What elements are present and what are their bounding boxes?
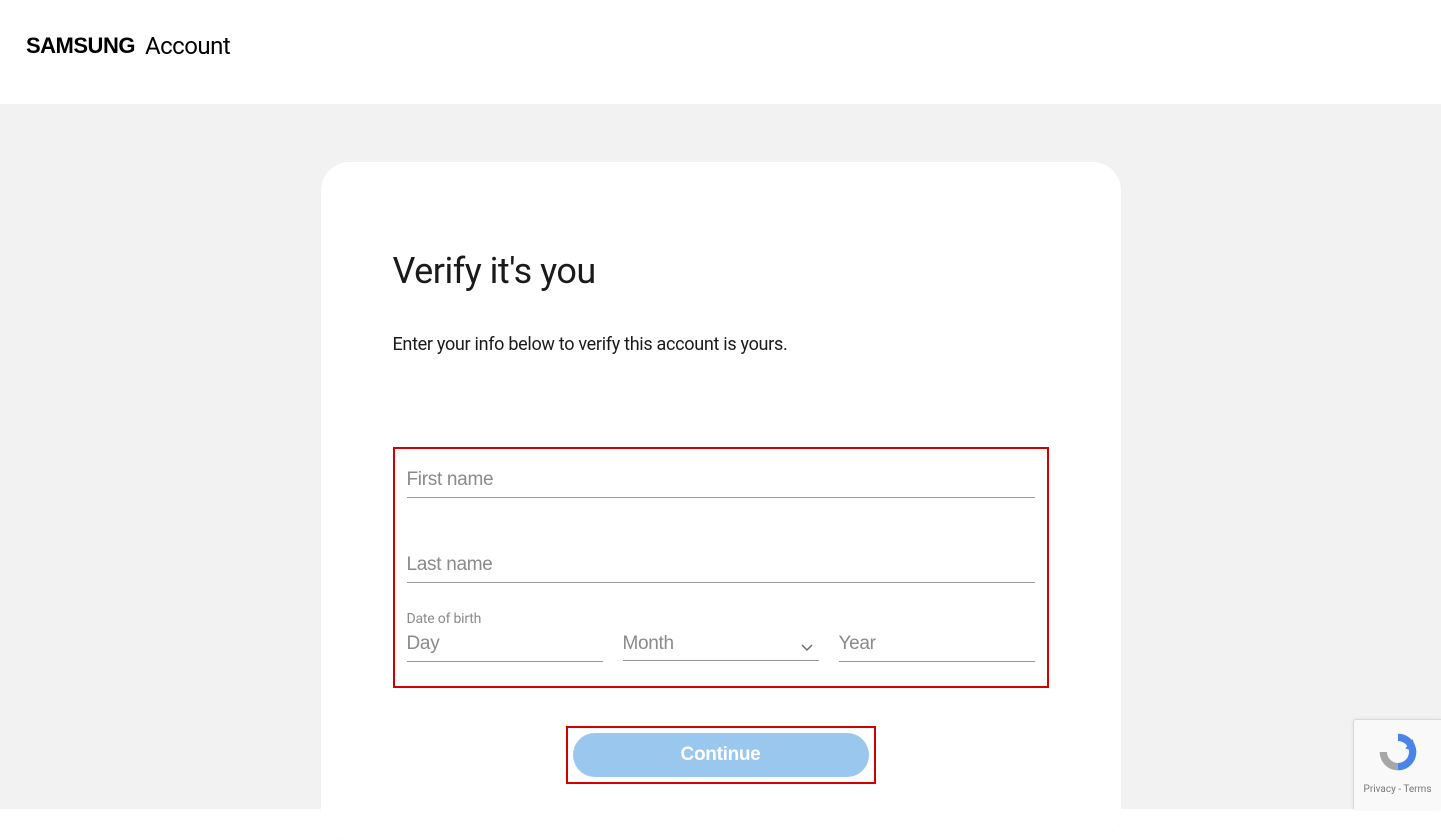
continue-highlight-box: Continue — [566, 726, 876, 784]
form-highlight-box: Date of birth Month — [393, 447, 1049, 688]
dob-row: Month — [407, 627, 1035, 662]
dob-label: Date of birth — [407, 611, 1035, 627]
recaptcha-privacy-link[interactable]: Privacy — [1364, 784, 1396, 795]
header: SAMSUNG Account — [0, 0, 1441, 104]
dob-day-field — [407, 627, 603, 662]
page-title: Verify it's you — [393, 250, 1049, 292]
samsung-logo: SAMSUNG — [26, 33, 135, 59]
continue-button[interactable]: Continue — [573, 733, 869, 777]
dob-month-field: Month — [623, 627, 819, 662]
main-area: Verify it's you Enter your info below to… — [0, 104, 1441, 809]
last-name-wrap — [407, 546, 1035, 583]
first-name-wrap — [407, 461, 1035, 498]
continue-wrap: Continue — [393, 726, 1049, 784]
form-card: Verify it's you Enter your info below to… — [321, 162, 1121, 840]
last-name-input[interactable] — [407, 546, 1035, 583]
recaptcha-icon — [1354, 730, 1441, 778]
first-name-input[interactable] — [407, 461, 1035, 498]
account-product-label: Account — [145, 32, 230, 60]
page-subtitle: Enter your info below to verify this acc… — [393, 334, 1049, 355]
dob-day-input[interactable] — [407, 627, 603, 662]
recaptcha-links: Privacy - Terms — [1354, 784, 1441, 795]
dob-month-select[interactable]: Month — [623, 627, 819, 661]
dob-year-field — [839, 627, 1035, 662]
dob-year-input[interactable] — [839, 627, 1035, 662]
header-brand: SAMSUNG Account — [26, 32, 1415, 60]
recaptcha-terms-link[interactable]: Terms — [1403, 784, 1431, 795]
recaptcha-badge[interactable]: Privacy - Terms — [1353, 719, 1441, 809]
